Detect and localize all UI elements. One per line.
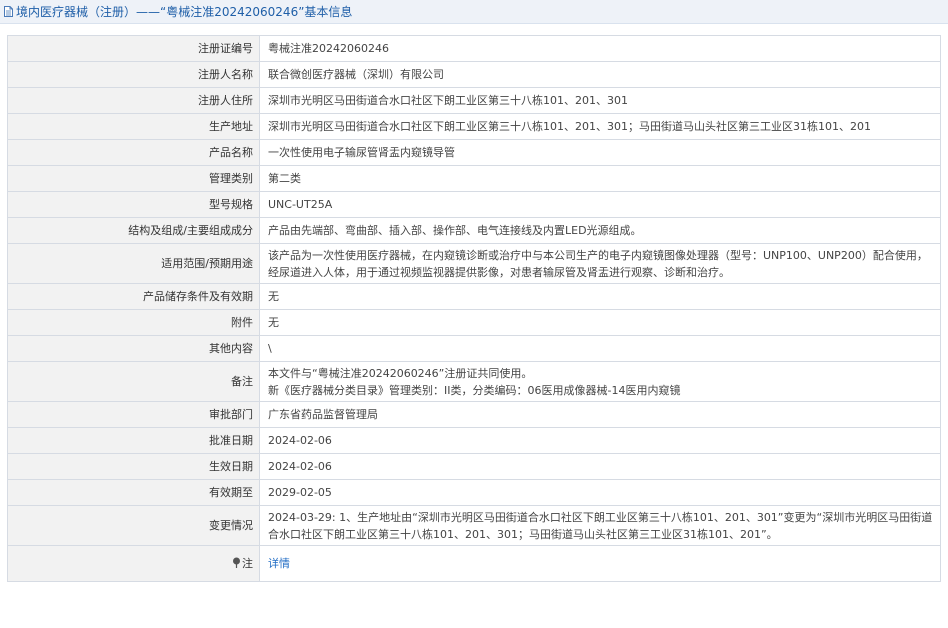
row-label: 适用范围/预期用途 [7, 243, 260, 284]
document-icon [4, 6, 13, 17]
row-value: \ [259, 335, 941, 362]
page-title: 境内医疗器械（注册）——“粤械注准20242060246”基本信息 [16, 5, 353, 19]
row-label: 注册人住所 [7, 87, 260, 114]
row-label: 生效日期 [7, 453, 260, 480]
row-label: 批准日期 [7, 427, 260, 454]
table-row: 备注 本文件与“粤械注准20242060246”注册证共同使用。 新《医疗器械分… [7, 361, 941, 402]
row-value: 无 [259, 309, 941, 336]
table-row: 适用范围/预期用途 该产品为一次性使用医疗器械，在内窥镜诊断或治疗中与本公司生产… [7, 243, 941, 284]
row-label: 结构及组成/主要组成成分 [7, 217, 260, 244]
table-row: 产品储存条件及有效期 无 [7, 283, 941, 310]
table-row: 产品名称 一次性使用电子输尿管肾盂内窥镜导管 [7, 139, 941, 166]
row-value: 一次性使用电子输尿管肾盂内窥镜导管 [259, 139, 941, 166]
remark-line: 新《医疗器械分类目录》管理类别：II类，分类编码：06医用成像器械-14医用内窥… [268, 383, 681, 397]
row-value: 本文件与“粤械注准20242060246”注册证共同使用。 新《医疗器械分类目录… [259, 361, 941, 402]
row-value: 产品由先端部、弯曲部、插入部、操作部、电气连接线及内置LED光源组成。 [259, 217, 941, 244]
remark-line: 本文件与“粤械注准20242060246”注册证共同使用。 [268, 366, 533, 380]
row-label: 审批部门 [7, 401, 260, 428]
info-table-container: 注册证编号 粤械注准20242060246 注册人名称 联合微创医疗器械（深圳）… [7, 35, 941, 582]
row-label: 附件 [7, 309, 260, 336]
note-label: 注 [242, 557, 253, 570]
row-label: 有效期至 [7, 479, 260, 506]
row-label: 管理类别 [7, 165, 260, 192]
table-row: 附件 无 [7, 309, 941, 336]
row-value: 2024-02-06 [259, 427, 941, 454]
row-label: 产品名称 [7, 139, 260, 166]
row-value: 2024-03-29: 1、生产地址由“深圳市光明区马田街道合水口社区下朗工业区… [259, 505, 941, 546]
details-link[interactable]: 详情 [268, 557, 290, 570]
row-value: 无 [259, 283, 941, 310]
table-row: 生效日期 2024-02-06 [7, 453, 941, 480]
row-value: 2024-02-06 [259, 453, 941, 480]
table-row: 有效期至 2029-02-05 [7, 479, 941, 506]
table-row: 变更情况 2024-03-29: 1、生产地址由“深圳市光明区马田街道合水口社区… [7, 505, 941, 546]
row-label: 注册证编号 [7, 35, 260, 62]
row-label: 产品储存条件及有效期 [7, 283, 260, 310]
pin-icon [233, 557, 240, 568]
row-value: 该产品为一次性使用医疗器械，在内窥镜诊断或治疗中与本公司生产的电子内窥镜图像处理… [259, 243, 941, 284]
table-row: 批准日期 2024-02-06 [7, 427, 941, 454]
table-row: 注 详情 [7, 545, 941, 582]
table-row: 生产地址 深圳市光明区马田街道合水口社区下朗工业区第三十八栋101、201、30… [7, 113, 941, 140]
table-row: 结构及组成/主要组成成分 产品由先端部、弯曲部、插入部、操作部、电气连接线及内置… [7, 217, 941, 244]
table-row: 注册证编号 粤械注准20242060246 [7, 35, 941, 62]
row-label: 备注 [7, 361, 260, 402]
row-value: 2029-02-05 [259, 479, 941, 506]
row-value: 联合微创医疗器械（深圳）有限公司 [259, 61, 941, 88]
row-label: 注 [7, 545, 260, 582]
page-header: 境内医疗器械（注册）——“粤械注准20242060246”基本信息 [0, 0, 948, 24]
row-value: 广东省药品监督管理局 [259, 401, 941, 428]
row-label: 变更情况 [7, 505, 260, 546]
row-label: 注册人名称 [7, 61, 260, 88]
row-label: 其他内容 [7, 335, 260, 362]
table-row: 审批部门 广东省药品监督管理局 [7, 401, 941, 428]
row-value: UNC-UT25A [259, 191, 941, 218]
table-row: 注册人住所 深圳市光明区马田街道合水口社区下朗工业区第三十八栋101、201、3… [7, 87, 941, 114]
info-table: 注册证编号 粤械注准20242060246 注册人名称 联合微创医疗器械（深圳）… [7, 35, 941, 582]
row-value: 第二类 [259, 165, 941, 192]
row-value: 深圳市光明区马田街道合水口社区下朗工业区第三十八栋101、201、301；马田街… [259, 113, 941, 140]
table-row: 其他内容 \ [7, 335, 941, 362]
table-row: 管理类别 第二类 [7, 165, 941, 192]
table-row: 型号规格 UNC-UT25A [7, 191, 941, 218]
row-value: 详情 [259, 545, 941, 582]
row-label: 型号规格 [7, 191, 260, 218]
row-value: 粤械注准20242060246 [259, 35, 941, 62]
row-value: 深圳市光明区马田街道合水口社区下朗工业区第三十八栋101、201、301 [259, 87, 941, 114]
table-row: 注册人名称 联合微创医疗器械（深圳）有限公司 [7, 61, 941, 88]
row-label: 生产地址 [7, 113, 260, 140]
